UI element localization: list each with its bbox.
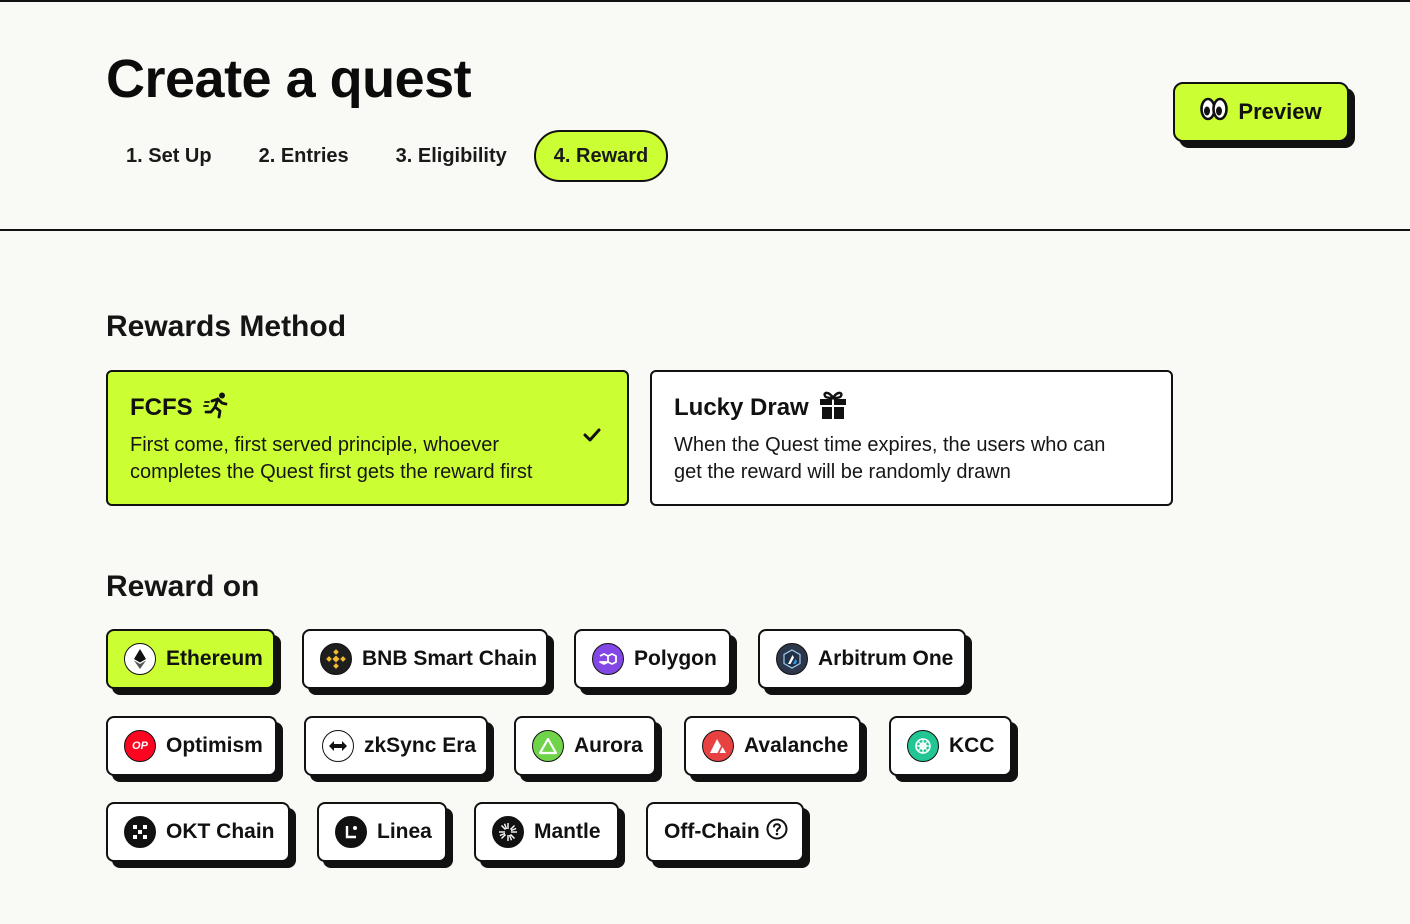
chain-option-ethereum[interactable]: Ethereum xyxy=(106,629,281,695)
method-card-fcfs-header: FCFS xyxy=(130,392,605,424)
chain-button[interactable]: BNB Smart Chain xyxy=(302,629,548,689)
chain-label: Ethereum xyxy=(166,647,263,670)
chain-button[interactable]: Polygon xyxy=(574,629,731,689)
tab-reward[interactable]: 4. Reward xyxy=(533,130,669,182)
chain-label: Polygon xyxy=(634,647,717,670)
chain-option-off-chain[interactable]: Off-Chain xyxy=(646,802,810,868)
ethereum-icon xyxy=(124,643,156,675)
reward-on-heading: Reward on xyxy=(106,570,260,603)
linea-icon xyxy=(335,816,367,848)
method-title: Lucky Draw xyxy=(674,394,809,421)
chain-button[interactable]: Mantle xyxy=(474,802,619,862)
chain-label: Off-Chain xyxy=(664,820,760,843)
chain-button[interactable]: OKT Chain xyxy=(106,802,290,862)
help-circle-icon[interactable] xyxy=(766,818,788,846)
gift-icon xyxy=(819,390,847,427)
chain-option-bnb-smart-chain[interactable]: BNB Smart Chain xyxy=(302,629,554,695)
chain-button[interactable]: KCC xyxy=(889,716,1012,776)
tab-eligibility[interactable]: 3. Eligibility xyxy=(376,130,527,182)
chain-option-avalanche[interactable]: Avalanche xyxy=(684,716,867,782)
avalanche-icon xyxy=(702,730,734,762)
method-card-lucky-draw[interactable]: Lucky Draw When the Quest time expires, … xyxy=(650,370,1173,506)
arbitrum-icon xyxy=(776,643,808,675)
chain-button[interactable]: Arbitrum One xyxy=(758,629,966,689)
chain-label: Linea xyxy=(377,820,432,843)
chain-button[interactable]: zkSync Era xyxy=(304,716,488,776)
kcc-icon xyxy=(907,730,939,762)
chain-option-aurora[interactable]: Aurora xyxy=(514,716,662,782)
chain-label: BNB Smart Chain xyxy=(362,647,538,670)
running-person-icon xyxy=(202,391,231,426)
method-title: FCFS xyxy=(130,394,193,421)
chain-option-zksync-era[interactable]: zkSync Era xyxy=(304,716,494,782)
chain-button[interactable]: Avalanche xyxy=(684,716,861,776)
chain-option-kcc[interactable]: KCC xyxy=(889,716,1018,782)
chain-label: Optimism xyxy=(166,734,263,757)
bnb-icon xyxy=(320,643,352,675)
tab-set-up[interactable]: 1. Set Up xyxy=(106,130,232,182)
page-header: Create a quest 1. Set Up 2. Entries 3. E… xyxy=(0,0,1410,231)
eyes-icon xyxy=(1200,97,1229,127)
chain-option-optimism[interactable]: OP Optimism xyxy=(106,716,283,782)
preview-button-wrapper: Preview xyxy=(1173,82,1355,148)
tab-entries[interactable]: 2. Entries xyxy=(239,130,369,182)
mantle-icon xyxy=(492,816,524,848)
chain-option-arbitrum-one[interactable]: Arbitrum One xyxy=(758,629,972,695)
chain-option-mantle[interactable]: Mantle xyxy=(474,802,625,868)
chain-label: Avalanche xyxy=(744,734,849,757)
check-icon xyxy=(583,428,601,447)
chain-label: Mantle xyxy=(534,820,601,843)
method-description: When the Quest time expires, the users w… xyxy=(674,434,1106,483)
chain-button[interactable]: Off-Chain xyxy=(646,802,804,862)
aurora-icon xyxy=(532,730,564,762)
chain-label: Arbitrum One xyxy=(818,647,954,670)
preview-button[interactable]: Preview xyxy=(1173,82,1349,142)
chain-label: zkSync Era xyxy=(364,734,477,757)
chain-option-polygon[interactable]: Polygon xyxy=(574,629,737,695)
page-title: Create a quest xyxy=(106,49,472,109)
chain-button[interactable]: Aurora xyxy=(514,716,656,776)
optimism-icon: OP xyxy=(124,730,156,762)
chain-label: KCC xyxy=(949,734,995,757)
chain-button[interactable]: Linea xyxy=(317,802,447,862)
step-tabs: 1. Set Up 2. Entries 3. Eligibility 4. R… xyxy=(106,130,675,182)
chain-label: OKT Chain xyxy=(166,820,275,843)
okt-icon xyxy=(124,816,156,848)
chain-button[interactable]: Ethereum xyxy=(106,629,275,689)
polygon-icon xyxy=(592,643,624,675)
method-description: First come, first served principle, whoe… xyxy=(130,434,533,483)
chain-option-okt-chain[interactable]: OKT Chain xyxy=(106,802,296,868)
preview-label: Preview xyxy=(1238,99,1322,124)
zksync-icon xyxy=(322,730,354,762)
method-card-fcfs[interactable]: FCFS First come, first served principle,… xyxy=(106,370,629,506)
chain-button[interactable]: OP Optimism xyxy=(106,716,277,776)
method-card-lucky-draw-header: Lucky Draw xyxy=(674,390,1149,427)
chain-option-linea[interactable]: Linea xyxy=(317,802,453,868)
chain-label: Aurora xyxy=(574,734,643,757)
rewards-method-heading: Rewards Method xyxy=(106,310,347,343)
